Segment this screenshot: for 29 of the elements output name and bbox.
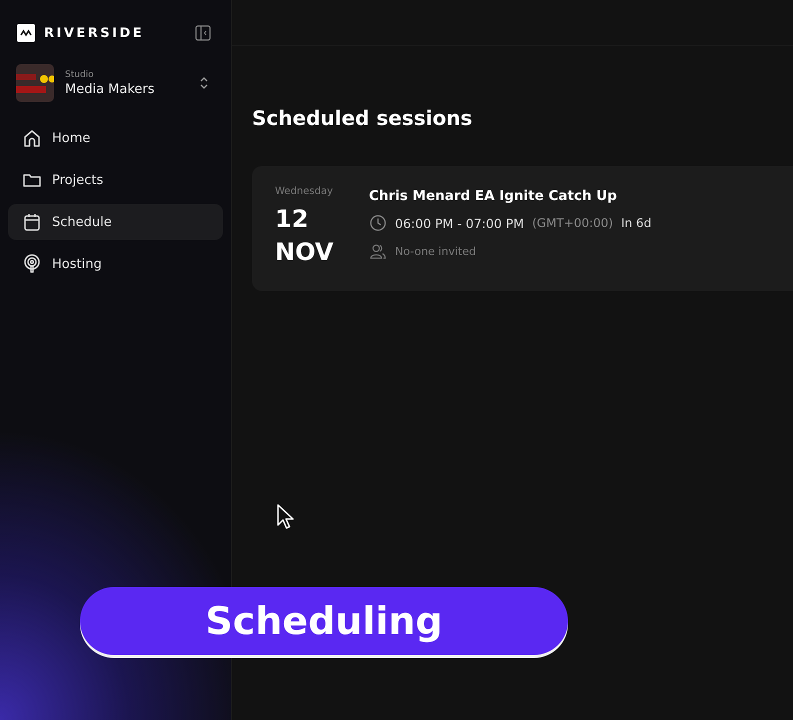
caption-text: Scheduling [205, 599, 443, 643]
session-month: NOV [275, 237, 334, 268]
studio-name: Media Makers [65, 82, 156, 96]
sidebar-toggle-icon[interactable] [195, 25, 211, 41]
mouse-cursor-icon [276, 503, 296, 531]
chevron-updown-icon [199, 75, 209, 91]
session-day: 12 [275, 203, 339, 236]
podcast-icon [22, 254, 42, 274]
home-icon [22, 128, 42, 148]
nav-item[interactable]: Home [8, 120, 223, 156]
session-weekday: Wednesday [275, 186, 334, 197]
brand-name: RIVERSIDE [44, 26, 144, 40]
nav-item[interactable]: Projects [8, 162, 223, 198]
page-title: Scheduled sessions [252, 106, 474, 130]
people-icon [369, 242, 387, 260]
nav-item[interactable]: Hosting [8, 246, 223, 282]
session-title: Chris Menard EA Ignite Catch Up [369, 188, 618, 204]
session-time: 06:00 PM - 07:00 PM [395, 216, 524, 230]
studio-logo-icon [16, 64, 54, 102]
studio-switcher[interactable]: Studio Media Makers [8, 64, 223, 102]
session-card[interactable]: Wednesday 12 NOV Chris Menard EA Ignite Catch Up 06:00 PM - 07:00 PM (GMT+00:00) In 6d No-one invited [252, 166, 793, 291]
studio-label: Studio [65, 70, 95, 80]
logo-icon [17, 24, 35, 42]
session-timezone: (GMT+00:00) [532, 216, 614, 230]
clock-icon [369, 214, 387, 232]
session-countdown: In 6d [621, 216, 652, 230]
nav-item[interactable]: Schedule [8, 204, 223, 240]
calendar-icon [22, 212, 42, 232]
invitees-text: No-one invited [395, 244, 476, 258]
